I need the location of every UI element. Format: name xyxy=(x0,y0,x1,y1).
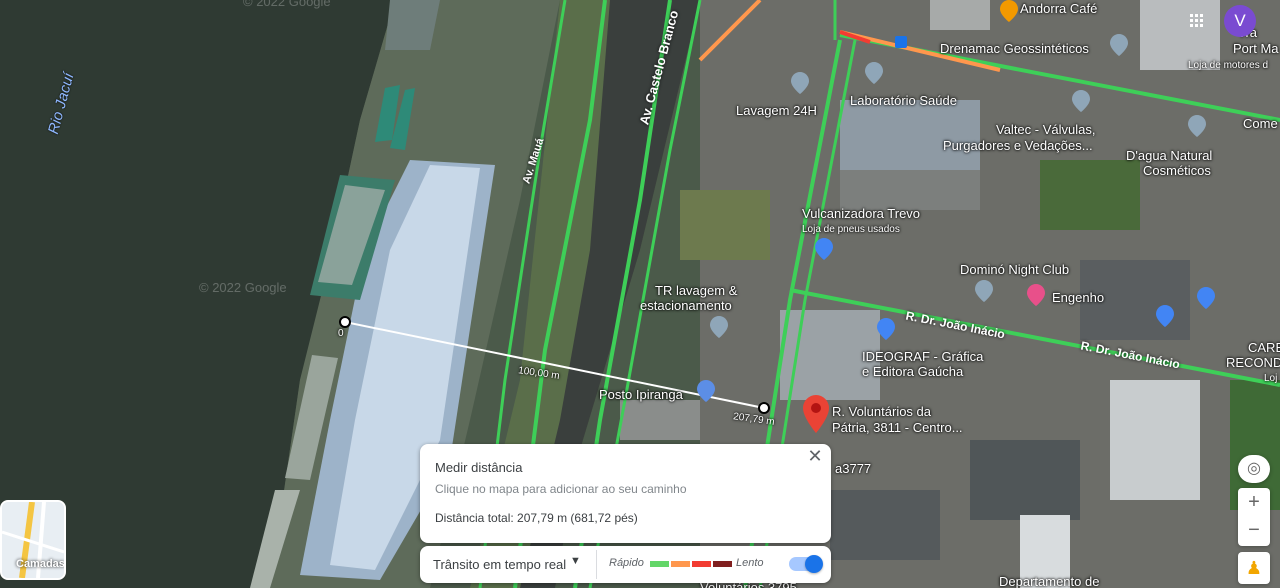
place-label[interactable]: R. Voluntários da xyxy=(832,404,931,419)
traffic-legend-swatch xyxy=(692,561,711,567)
layers-label: Camadas xyxy=(16,558,65,570)
place-label[interactable]: Cosméticos xyxy=(1143,163,1211,178)
watermark: © 2022 Google xyxy=(243,0,331,9)
traffic-slow-label: Lento xyxy=(736,557,764,569)
place-label[interactable]: Dominó Night Club xyxy=(960,262,1069,277)
location-marker-icon[interactable] xyxy=(803,395,829,433)
traffic-panel: Trânsito em tempo real ▼ Rápido Lento xyxy=(420,546,831,583)
my-location-button[interactable]: ◎ xyxy=(1238,455,1270,483)
place-label[interactable]: Departamento de xyxy=(999,574,1099,588)
traffic-dropdown[interactable]: Trânsito em tempo real xyxy=(433,557,566,572)
apps-grid-icon[interactable] xyxy=(1190,14,1204,28)
place-label: Loj xyxy=(1264,373,1278,384)
pegman-icon: ♟ xyxy=(1245,558,1263,578)
close-icon[interactable]: ✕ xyxy=(803,446,827,468)
measure-distance-panel: Medir distância Clique no mapa para adic… xyxy=(420,444,831,543)
place-label[interactable]: Engenho xyxy=(1052,290,1104,305)
place-label: a3777 xyxy=(835,461,872,476)
place-pin-icon[interactable] xyxy=(975,280,993,302)
traffic-legend-swatch xyxy=(671,561,690,567)
caret-down-icon[interactable]: ▼ xyxy=(570,555,581,567)
place-label[interactable]: Laboratório Saúde xyxy=(850,93,957,108)
place-label[interactable]: estacionamento xyxy=(640,298,732,313)
panel-subtitle: Clique no mapa para adicionar ao seu cam… xyxy=(435,482,687,496)
place-label[interactable]: D'agua Natural xyxy=(1126,148,1212,163)
place-label[interactable]: Andorra Café xyxy=(1020,1,1097,16)
layers-button[interactable]: Camadas xyxy=(0,500,66,580)
shop-pin-icon[interactable] xyxy=(1156,305,1174,327)
account-avatar[interactable]: V xyxy=(1224,5,1256,37)
place-pin-icon[interactable] xyxy=(1072,90,1090,112)
bus-stop-icon[interactable] xyxy=(895,36,907,48)
place-label[interactable]: Vulcanizadora Trevo xyxy=(802,206,920,221)
traffic-legend-swatch xyxy=(650,561,669,567)
shop-pin-icon[interactable] xyxy=(815,238,833,260)
place-label[interactable]: Come xyxy=(1243,116,1278,131)
traffic-fast-label: Rápido xyxy=(609,557,644,569)
total-distance: Distância total: 207,79 m (681,72 pés) xyxy=(435,511,638,525)
place-label[interactable]: CARE xyxy=(1248,340,1280,355)
place-label[interactable]: IDEOGRAF - Gráfica xyxy=(862,349,983,364)
place-pin-icon[interactable] xyxy=(710,316,728,338)
food-pin-icon[interactable] xyxy=(1000,0,1018,22)
place-label[interactable]: Port Ma xyxy=(1233,41,1279,56)
place-pin-icon[interactable] xyxy=(865,62,883,84)
bar-pin-icon[interactable] xyxy=(1027,284,1045,306)
place-label[interactable]: Posto Ipiranga xyxy=(599,387,683,402)
place-pin-icon[interactable] xyxy=(1110,34,1128,56)
zoom-controls: + − xyxy=(1238,488,1270,546)
traffic-legend-swatch xyxy=(713,561,732,567)
place-label: Loja de pneus usados xyxy=(802,224,900,235)
place-label[interactable]: Valtec - Válvulas, xyxy=(996,122,1095,137)
street-view-button[interactable]: ♟ xyxy=(1238,552,1270,584)
place-pin-icon[interactable] xyxy=(791,72,809,94)
toggle-knob[interactable] xyxy=(805,555,823,573)
shop-pin-icon[interactable] xyxy=(1197,287,1215,309)
place-label[interactable]: Lavagem 24H xyxy=(736,103,817,118)
panel-title: Medir distância xyxy=(435,460,523,475)
divider xyxy=(596,550,597,579)
place-label[interactable]: RECOND xyxy=(1226,355,1280,370)
place-label[interactable]: Loja de motores d xyxy=(1188,58,1268,73)
place-pin-icon[interactable] xyxy=(1188,115,1206,137)
gas-station-pin-icon[interactable] xyxy=(697,380,715,402)
place-label[interactable]: Pátria, 3811 - Centro... xyxy=(832,420,963,435)
place-label[interactable]: e Editora Gaúcha xyxy=(862,364,963,379)
place-label[interactable]: Purgadores e Vedações... xyxy=(943,138,1093,153)
place-label[interactable]: TR lavagem & xyxy=(655,283,737,298)
place-label[interactable]: Drenamac Geossintéticos xyxy=(940,41,1089,56)
shop-pin-icon[interactable] xyxy=(877,318,895,340)
crosshair-icon: ◎ xyxy=(1247,460,1261,477)
zoom-out-button[interactable]: − xyxy=(1238,517,1270,546)
distance-marker-label: 0 xyxy=(338,328,344,339)
zoom-in-button[interactable]: + xyxy=(1238,488,1270,517)
watermark: © 2022 Google xyxy=(199,280,287,295)
